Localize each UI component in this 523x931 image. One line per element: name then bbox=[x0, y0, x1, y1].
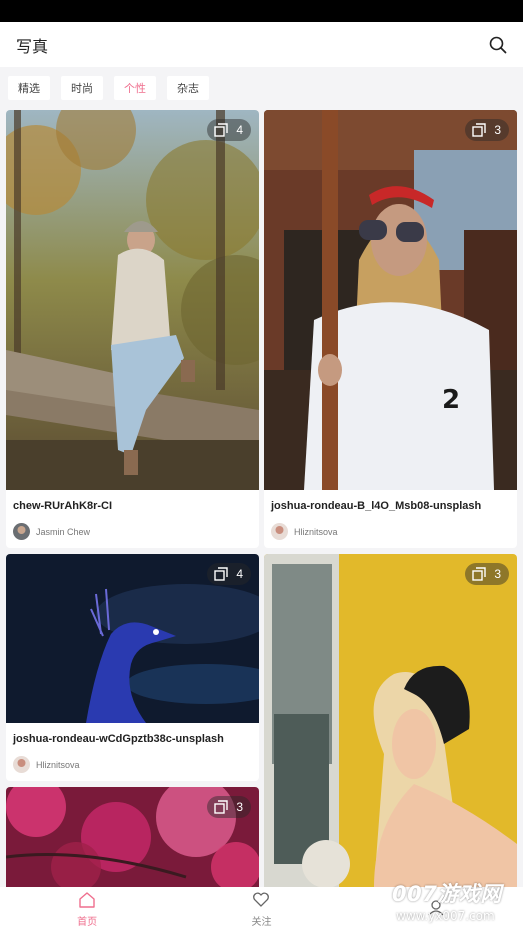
photo-card[interactable]: 3 bbox=[264, 554, 517, 887]
photo-card[interactable]: 2 3 joshua-rondeau-B_l4O_Msb08-unsplash … bbox=[264, 110, 517, 548]
image-count-badge: 3 bbox=[207, 796, 251, 818]
card-photo-forest bbox=[6, 110, 259, 490]
image-count: 3 bbox=[236, 800, 243, 814]
card-caption: chew-RUrAhK8r-CI bbox=[13, 500, 113, 512]
avatar bbox=[13, 756, 30, 773]
author-name: Jasmin Chew bbox=[36, 526, 91, 537]
card-author: Jasmin Chew bbox=[13, 523, 90, 540]
search-icon[interactable] bbox=[487, 34, 509, 56]
gallery-icon bbox=[214, 123, 229, 137]
site-watermark: 007游戏网 www.yx007.com bbox=[392, 878, 520, 928]
image-count-badge: 3 bbox=[465, 119, 509, 141]
avatar bbox=[271, 523, 288, 540]
watermark-url: www.yx007.com bbox=[396, 909, 495, 923]
tab-zazhi[interactable]: 杂志 bbox=[167, 76, 209, 100]
photo-card[interactable]: 4 chew-RUrAhK8r-CI Jasmin Chew bbox=[6, 110, 259, 548]
photo-card[interactable]: 3 bbox=[6, 787, 259, 887]
card-caption: joshua-rondeau-B_l4O_Msb08-unsplash bbox=[271, 500, 482, 512]
status-bar bbox=[0, 0, 523, 22]
gallery-icon bbox=[472, 567, 487, 581]
avatar bbox=[13, 523, 30, 540]
gallery-icon bbox=[214, 567, 229, 581]
heart-icon bbox=[252, 891, 270, 911]
author-name: Hliznitsova bbox=[36, 759, 80, 770]
gallery-icon bbox=[214, 800, 229, 814]
card-author: Hliznitsova bbox=[13, 756, 80, 773]
app-header: 写真 bbox=[0, 22, 523, 67]
nav-home-label: 首页 bbox=[77, 916, 98, 928]
gallery-icon bbox=[472, 123, 487, 137]
tab-shishang[interactable]: 时尚 bbox=[61, 76, 103, 100]
card-caption: joshua-rondeau-wCdGpztb38c-unsplash bbox=[13, 733, 224, 745]
tab-jingxuan[interactable]: 精选 bbox=[8, 76, 50, 100]
category-tabs: 精选 时尚 个性 杂志 bbox=[0, 67, 523, 109]
page-title: 写真 bbox=[16, 36, 49, 56]
image-count: 3 bbox=[494, 567, 501, 581]
nav-home[interactable]: 首页 bbox=[0, 887, 174, 931]
card-photo-beanie bbox=[264, 554, 517, 887]
author-name: Hliznitsova bbox=[294, 526, 338, 537]
image-count-badge: 4 bbox=[207, 119, 251, 141]
photo-card[interactable]: 4 joshua-rondeau-wCdGpztb38c-unsplash Hl… bbox=[6, 554, 259, 781]
image-count-badge: 3 bbox=[465, 563, 509, 585]
image-count: 4 bbox=[236, 567, 243, 581]
image-count: 4 bbox=[236, 123, 243, 137]
card-author: Hliznitsova bbox=[271, 523, 338, 540]
card-photo-sunglasses: 2 bbox=[264, 110, 517, 490]
tab-gexing[interactable]: 个性 bbox=[114, 76, 156, 100]
svg-text:2: 2 bbox=[442, 385, 460, 415]
nav-follow[interactable]: 关注 bbox=[174, 887, 348, 931]
image-count-badge: 4 bbox=[207, 563, 251, 585]
image-count: 3 bbox=[494, 123, 501, 137]
watermark-brand: 007游戏网 bbox=[392, 882, 502, 906]
home-icon bbox=[78, 891, 96, 911]
nav-follow-label: 关注 bbox=[251, 916, 272, 928]
